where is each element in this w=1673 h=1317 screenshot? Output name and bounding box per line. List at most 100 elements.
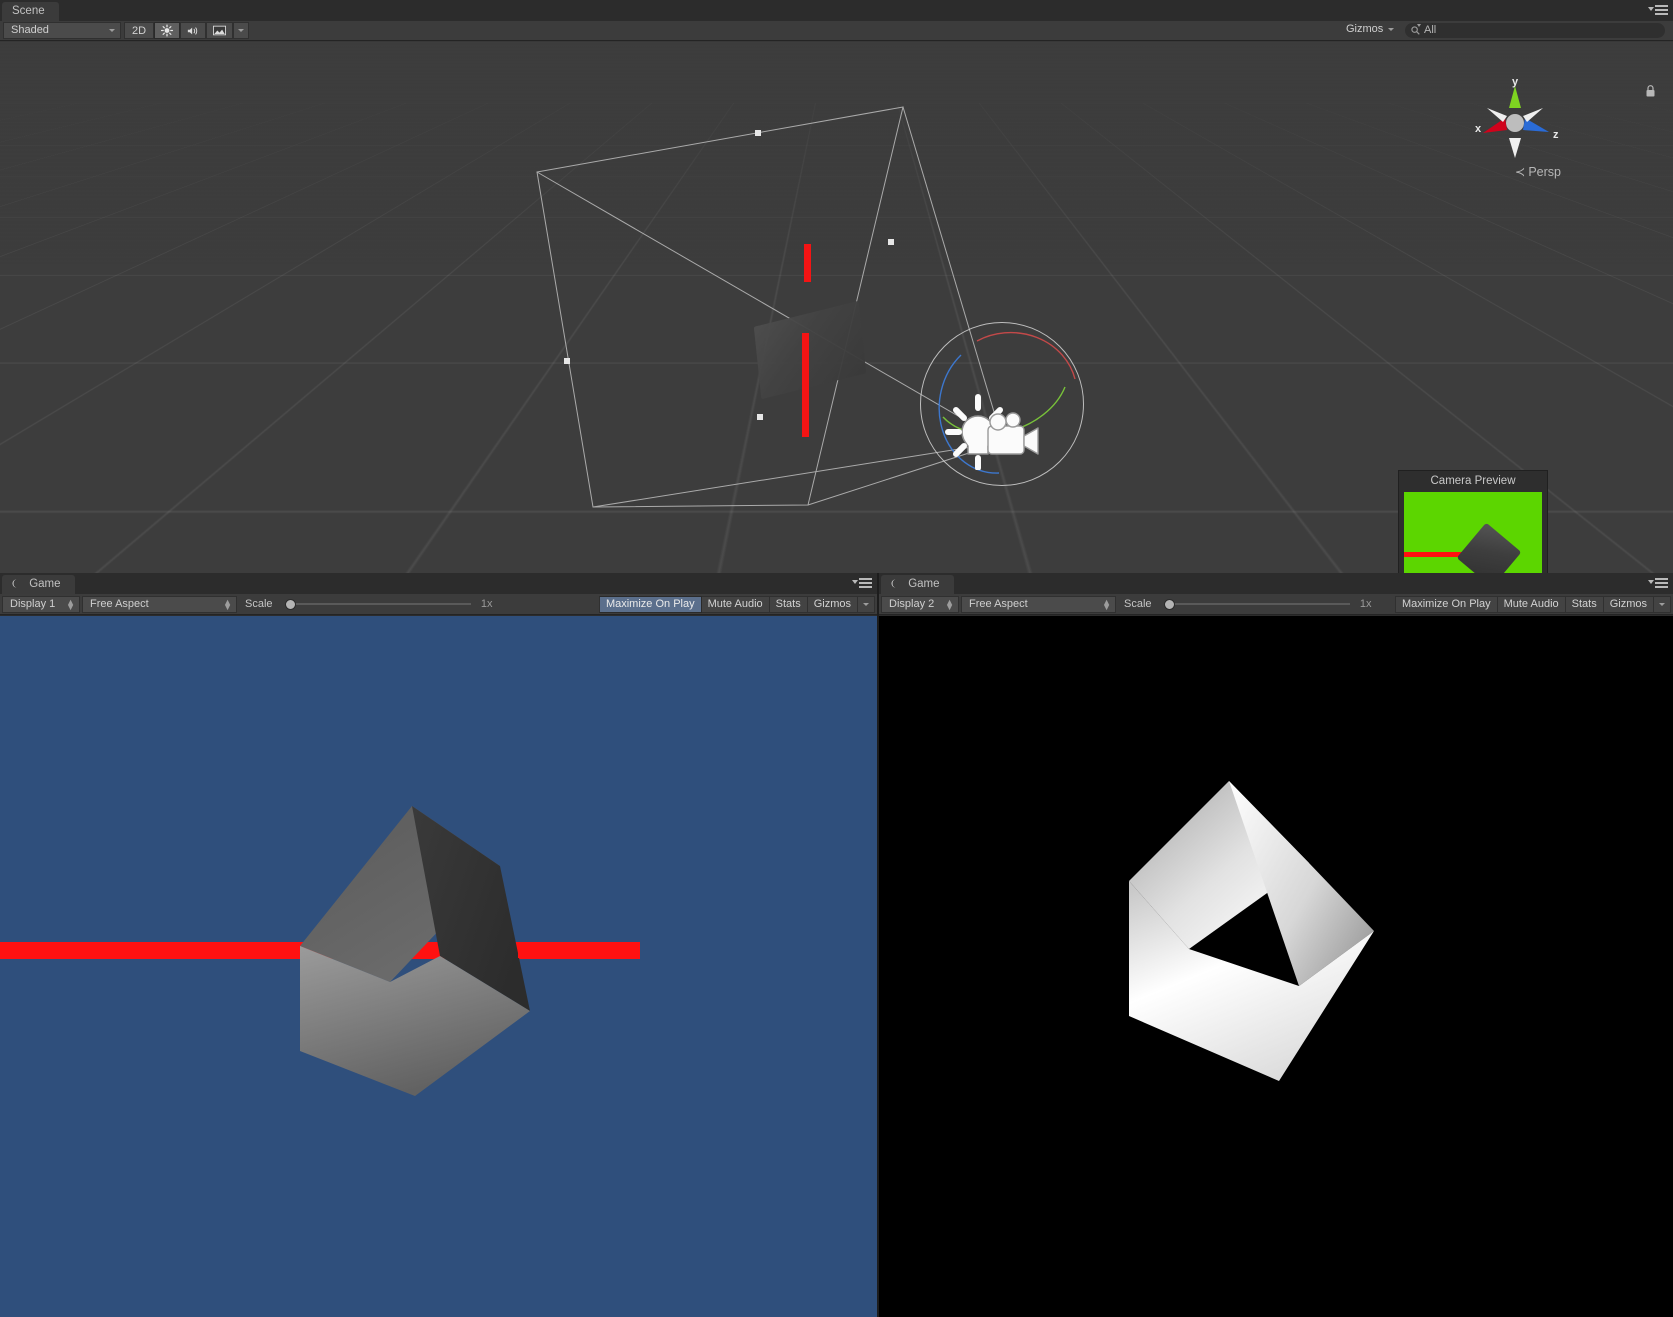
game-1-scale-value: 1x [480,598,493,610]
game-2-maximize-on-play-button[interactable]: Maximize On Play [1394,595,1498,613]
game-2-display-dropdown[interactable]: Display 2 ▲ ▼ [881,595,959,613]
scene-gizmos-dropdown[interactable]: Gizmos [1339,22,1399,39]
chevron-down-icon [1648,580,1654,584]
scene-lighting-toggle[interactable] [154,22,180,39]
updown-arrows-icon: ▲ ▼ [223,596,232,612]
game-2-gizmos-dropdown[interactable] [1654,595,1671,613]
game-2-display-label: Display 2 [889,597,935,610]
game-1-maximize-label: Maximize On Play [605,598,695,610]
game-2-tab-strip: Game [879,573,1673,594]
game-2-toolbar-buttons: Maximize On Play Mute Audio Stats Gizmos [1394,595,1671,613]
scene-tab-strip: Scene [0,0,1673,21]
game-2-scale-slider[interactable]: 1x [1160,596,1372,613]
updown-arrows-icon: ▲ ▼ [1102,596,1111,612]
game-2-gizmos-button[interactable]: Gizmos [1603,595,1654,613]
tab-game-1[interactable]: Game [2,575,75,594]
image-effects-icon [213,25,226,36]
game-2-scale-label: Scale [1124,598,1152,610]
game-1-scale-slider[interactable]: 1x [281,596,493,613]
game-2-toolbar: Display 2 ▲ ▼ Free Aspect ▲ ▼ Scale 1x Max… [879,594,1673,615]
frustum-handle[interactable] [757,414,763,420]
game-1-viewport[interactable] [0,616,877,1317]
game-1-gizmos-dropdown[interactable] [858,595,875,613]
game-1-gizmos-label: Gizmos [813,598,851,610]
chevron-down-icon [852,580,858,584]
updown-arrows-icon: ▲ ▼ [66,596,75,612]
game-1-maximize-on-play-button[interactable]: Maximize On Play [598,595,702,613]
scene-red-axis-upper [804,244,811,282]
chevron-down-icon [238,29,244,32]
game-2-scale-value: 1x [1359,598,1372,610]
game-2-viewport[interactable] [879,616,1673,1317]
scene-audio-toggle[interactable] [180,22,206,39]
game-icon [891,579,896,588]
tab-game-2-label: Game [908,578,940,590]
game-2-stats-button[interactable]: Stats [1565,595,1604,613]
lock-icon[interactable] [1644,84,1657,98]
game-1-toolbar: Display 1 ▲ ▼ Free Aspect ▲ ▼ Scale 1x Max… [0,594,877,615]
tab-game-2[interactable]: Game [881,575,954,594]
hamburger-icon [859,578,872,588]
game-1-display-dropdown[interactable]: Display 1 ▲ ▼ [2,595,80,613]
scene-search-value: All [1424,24,1437,36]
camera-preview-cube [1456,522,1522,573]
scene-toolbar: Shaded 2D Gizmos All [0,21,1673,41]
scene-projection-indicator[interactable]: ≺ Persp [1515,164,1561,179]
scene-gizmos-label: Gizmos [1346,23,1384,35]
chevron-down-icon [109,29,115,32]
axis-z-label: z [1553,129,1559,141]
camera-preview-title: Camera Preview [1430,475,1516,487]
slider-track [294,603,471,605]
game-2-pane-menu-button[interactable] [1646,577,1668,590]
slider-knob[interactable] [1163,598,1175,610]
chevron-down-icon [1388,28,1394,31]
chevron-down-icon [863,602,869,606]
game-2-mute-audio-button[interactable]: Mute Audio [1497,595,1566,613]
scene-viewport[interactable]: y x z ≺ Persp Camera Preview [0,42,1673,573]
game-1-stats-button[interactable]: Stats [769,595,808,613]
frustum-handle[interactable] [564,358,570,364]
game-2-gizmos-label: Gizmos [1609,598,1647,610]
sun-icon [161,24,173,37]
scene-axis-gizmo[interactable]: y x z [1465,78,1565,164]
updown-arrows-icon: ▲ ▼ [945,596,954,612]
game-icon [12,579,17,588]
scene-red-axis-lower [802,333,809,437]
axis-y-label: y [1512,78,1519,88]
scene-effects-toggle[interactable] [206,22,233,39]
game-1-aspect-dropdown[interactable]: Free Aspect ▲ ▼ [82,595,237,613]
scene-pane-menu-button[interactable] [1646,4,1668,17]
hamburger-icon [1655,578,1668,588]
scene-projection-label: Persp [1528,165,1561,179]
game-2-aspect-label: Free Aspect [969,597,1028,610]
frustum-handle[interactable] [755,130,761,136]
chevron-down-icon [1417,24,1421,27]
scene-search-input[interactable]: All [1405,23,1665,38]
game-1-stats-label: Stats [775,598,801,610]
game-view-panel-1: Game Display 1 ▲▼ Free Aspect ▲▼ Scale [0,573,879,1317]
game-1-mute-label: Mute Audio [707,598,763,610]
tab-scene-label: Scene [12,5,45,17]
game-1-tab-strip: Game [0,573,877,594]
game-1-mute-audio-button[interactable]: Mute Audio [701,595,770,613]
game-1-pane-menu-button[interactable] [850,577,872,590]
game-1-red-line-right [518,946,600,958]
scene-view-panel: Scene Shaded 2D Gizmos All y x z ≺ Persp… [0,0,1673,573]
game-1-scale-label: Scale [245,598,273,610]
camera-preview-panel: Camera Preview [1398,470,1548,573]
game-2-cube [1129,781,1374,1081]
frustum-handle[interactable] [888,239,894,245]
game-2-mute-label: Mute Audio [1503,598,1559,610]
tab-scene[interactable]: Scene [2,2,59,21]
game-1-gizmos-button[interactable]: Gizmos [807,595,858,613]
draw-mode-dropdown[interactable]: Shaded [3,22,121,39]
toggle-2d-label: 2D [131,24,147,37]
game-view-panel-2: Game Display 2 ▲▼ Free Aspect ▲▼ Scale [879,573,1673,1317]
toggle-2d-button[interactable]: 2D [124,22,154,39]
slider-knob[interactable] [284,598,296,610]
scene-effects-dropdown[interactable] [233,22,249,39]
camera-icon[interactable] [982,408,1048,468]
game-views-container: Game Display 1 ▲▼ Free Aspect ▲▼ Scale [0,573,1673,1317]
game-2-aspect-dropdown[interactable]: Free Aspect ▲ ▼ [961,595,1116,613]
draw-mode-label: Shaded [11,24,49,36]
